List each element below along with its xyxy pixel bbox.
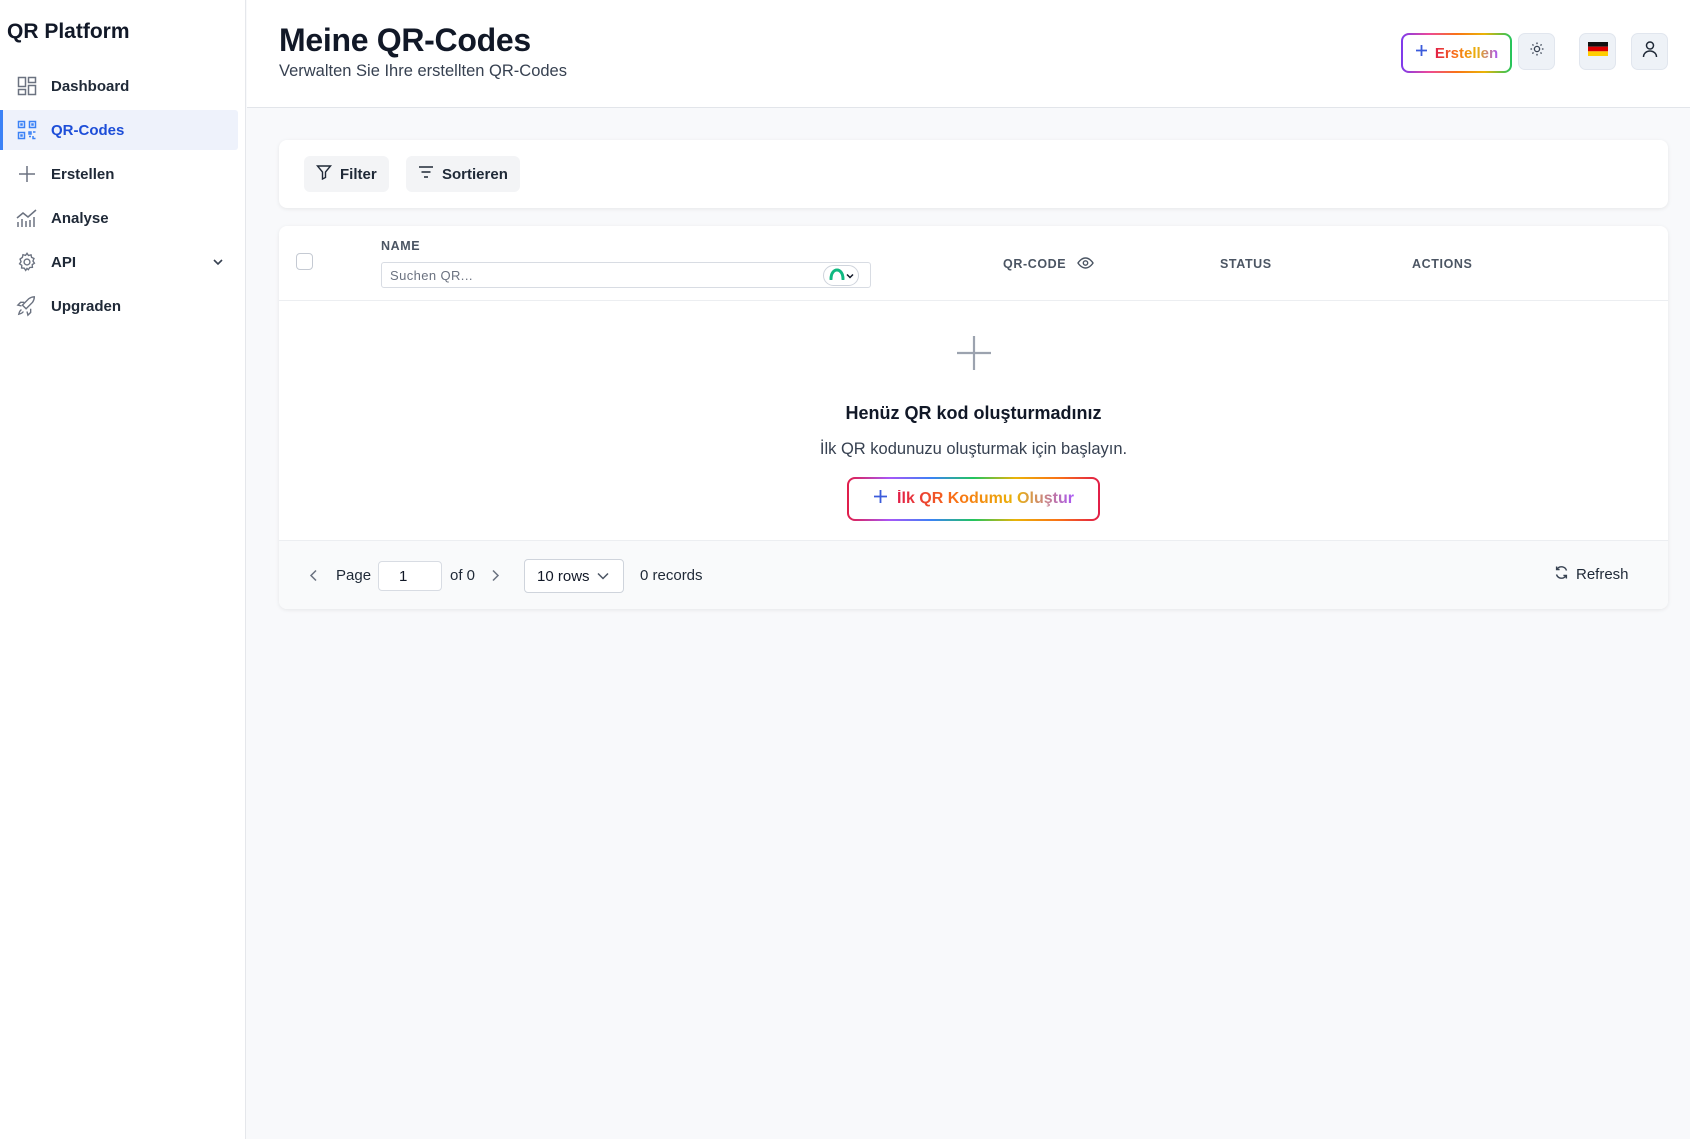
sort-button[interactable]: Sortieren xyxy=(406,156,520,192)
sidebar-item-label: API xyxy=(51,253,77,271)
grid-icon xyxy=(16,75,38,97)
chart-icon xyxy=(16,207,38,229)
search-input[interactable] xyxy=(381,262,871,288)
plus-icon xyxy=(16,163,38,185)
sidebar-item-analyse[interactable]: Analyse xyxy=(0,198,238,238)
filter-toolbar: Filter Sortieren xyxy=(279,140,1668,208)
sun-icon xyxy=(1529,41,1545,62)
language-button[interactable] xyxy=(1579,33,1616,70)
gear-icon xyxy=(16,251,38,273)
rows-per-page-select[interactable]: 10 rows xyxy=(524,559,624,593)
sidebar-item-qr-codes[interactable]: QR-Codes xyxy=(0,110,238,150)
plus-icon xyxy=(1415,44,1428,62)
empty-state-text: İlk QR kodunuzu oluşturmak için başlayın… xyxy=(819,440,1128,458)
chevron-right-icon[interactable] xyxy=(491,569,500,587)
qr-code-icon xyxy=(16,119,38,141)
sidebar-item-label: Erstellen xyxy=(51,165,115,183)
page-title: Meine QR-Codes xyxy=(279,22,531,58)
page-subtitle: Verwalten Sie Ihre erstellten QR-Codes xyxy=(279,62,567,80)
eye-icon[interactable] xyxy=(1077,256,1094,275)
column-header-qr-code[interactable]: QR-CODE xyxy=(1003,257,1066,271)
sidebar-nav: Dashboard QR-Codes Erstellen Analyse API xyxy=(0,66,238,330)
sidebar-item-dashboard[interactable]: Dashboard xyxy=(0,66,238,106)
records-count: 0 records xyxy=(640,567,703,584)
search-mode-toggle[interactable] xyxy=(823,265,859,286)
column-header-name[interactable]: NAME xyxy=(381,239,420,253)
sidebar: QR Platform Dashboard QR-Codes Erstellen… xyxy=(0,0,246,1139)
refresh-icon xyxy=(1554,565,1569,584)
filter-icon xyxy=(316,164,332,184)
theme-toggle-button[interactable] xyxy=(1518,33,1555,70)
sidebar-item-erstellen[interactable]: Erstellen xyxy=(0,154,238,194)
plus-icon xyxy=(955,334,993,372)
chevron-down-icon xyxy=(845,267,854,285)
filter-button-label: Filter xyxy=(340,165,377,183)
sidebar-item-label: Upgraden xyxy=(51,297,122,315)
pagination-bar: Page of 0 10 rows 0 records Refresh xyxy=(279,540,1668,609)
sort-icon xyxy=(418,165,434,183)
sidebar-item-label: Dashboard xyxy=(51,77,130,95)
plus-icon xyxy=(873,489,888,509)
create-button-label: Erstellen xyxy=(1434,44,1499,62)
brand-logo[interactable]: QR Platform xyxy=(7,20,130,44)
table-header: NAME QR-CODE STATUS ACTIONS xyxy=(279,226,1668,301)
user-icon xyxy=(1641,40,1659,63)
page-header: Meine QR-Codes Verwalten Sie Ihre erstel… xyxy=(247,0,1690,108)
column-header-actions: ACTIONS xyxy=(1412,257,1473,271)
refresh-button[interactable]: Refresh xyxy=(1554,565,1629,584)
signal-icon xyxy=(829,267,845,285)
refresh-label: Refresh xyxy=(1576,566,1629,583)
sort-button-label: Sortieren xyxy=(442,165,508,183)
page-number-input[interactable] xyxy=(378,561,442,591)
rocket-icon xyxy=(16,295,38,317)
sidebar-item-api[interactable]: API xyxy=(0,242,238,282)
filter-button[interactable]: Filter xyxy=(304,156,389,192)
create-first-qr-button[interactable]: İlk QR Kodumu Oluştur xyxy=(847,477,1100,521)
empty-state-title: Henüz QR kod oluşturmadınız xyxy=(845,403,1102,423)
create-button[interactable]: Erstellen xyxy=(1401,33,1512,73)
select-all-checkbox[interactable] xyxy=(296,253,313,270)
create-first-qr-label: İlk QR Kodumu Oluştur xyxy=(897,490,1074,507)
user-menu-button[interactable] xyxy=(1631,33,1668,70)
qr-codes-table: NAME QR-CODE STATUS ACTIONS Henüz QR kod… xyxy=(279,226,1668,609)
chevron-down-icon[interactable] xyxy=(212,255,224,273)
sidebar-item-label: Analyse xyxy=(51,209,109,227)
german-flag-icon xyxy=(1587,42,1608,61)
rows-per-page-value: 10 rows xyxy=(537,567,590,585)
sidebar-item-upgraden[interactable]: Upgraden xyxy=(0,286,238,326)
sidebar-item-label: QR-Codes xyxy=(51,121,125,139)
page-total-label: of 0 xyxy=(450,567,476,584)
page-label: Page xyxy=(336,567,372,584)
chevron-down-icon xyxy=(597,572,609,580)
column-header-status[interactable]: STATUS xyxy=(1220,257,1272,271)
chevron-left-icon[interactable] xyxy=(309,569,318,587)
